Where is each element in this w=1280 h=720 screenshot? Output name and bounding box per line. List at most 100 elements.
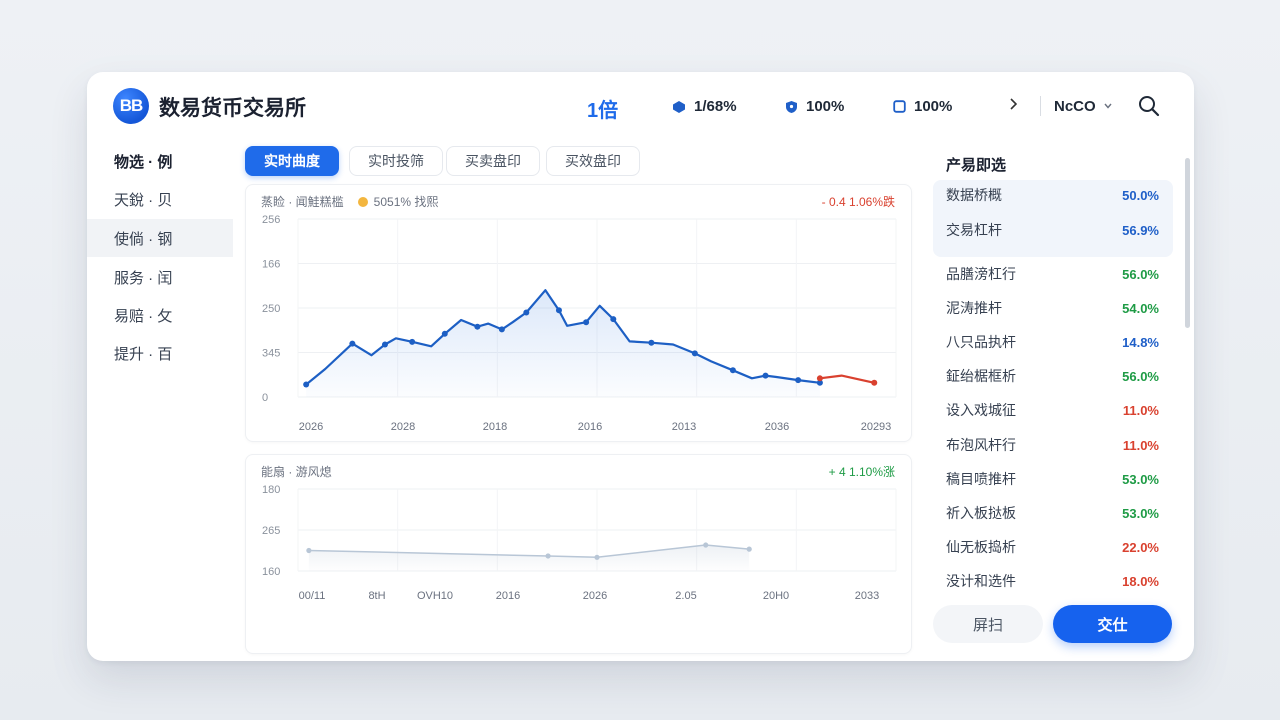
tab-realtime-filter[interactable]: 实时投筛	[349, 146, 443, 176]
market-list-item[interactable]: 品膳滂杠行 56.0%	[946, 259, 1159, 289]
market-item-value: 53.0%	[1122, 505, 1159, 521]
sidebar-item-2[interactable]: 使倘 · 钢	[87, 219, 233, 257]
market-list-item[interactable]: 鉦绐椐框析 56.0%	[946, 361, 1159, 391]
market-list-item[interactable]: 泥涛推杆 54.0%	[946, 293, 1159, 323]
submit-button[interactable]: 交仕	[1053, 605, 1172, 643]
account-selector[interactable]: NcCO	[1054, 98, 1112, 115]
market-item-name: 祈入板挞板	[946, 505, 1016, 521]
data-point	[381, 341, 388, 348]
data-point	[474, 323, 481, 330]
sidebar: 物选 · 例 天銳 · 贝 使倘 · 钢 服务 · 闰 易赔 · 攵 提升 · …	[87, 140, 233, 661]
chevron-right-icon[interactable]	[1009, 96, 1019, 117]
reset-button[interactable]: 屏扫	[933, 605, 1043, 643]
market-item-name: 鉦绐椐框析	[946, 368, 1016, 384]
data-point	[583, 319, 590, 326]
data-point	[703, 542, 709, 548]
square-icon	[893, 100, 906, 113]
stat-value: 100%	[914, 98, 953, 115]
x-tick-label: 2036	[765, 421, 789, 433]
data-point	[648, 339, 655, 346]
x-tick-label: 2026	[583, 590, 607, 602]
data-point	[691, 350, 698, 357]
stat-hexagon: 1/68%	[672, 98, 737, 115]
chevron-down-icon	[1104, 101, 1112, 112]
data-point	[816, 375, 823, 382]
data-point	[349, 340, 356, 347]
market-item-value: 50.0%	[1122, 187, 1159, 203]
data-point	[610, 316, 617, 323]
sidebar-item-4[interactable]: 易赔 · 攵	[87, 296, 233, 334]
market-item-value: 11.0%	[1122, 437, 1159, 453]
market-list-item[interactable]: 没计和选件 18.0%	[946, 566, 1159, 596]
market-item-name: 交易杠杆	[946, 222, 1002, 238]
account-name: NcCO	[1054, 98, 1096, 115]
market-list-item[interactable]: 布泡风杆行 11.0%	[946, 430, 1159, 460]
main-chart-svg: 0 345 250 166 256 2026 2028 2018 2016 2013 2036 202…	[262, 214, 897, 433]
x-tick-label: 2016	[496, 590, 520, 602]
app-window: BB 数易货币交易所 1倍 1/68% 100% 100% NcCO 物选 · …	[87, 72, 1194, 661]
market-list-item[interactable]: 祈入板挞板 53.0%	[946, 498, 1159, 528]
market-list-item[interactable]: 八只品执杆 14.8%	[946, 327, 1159, 357]
secondary-chart-panel: 能扇 · 游风熄 + 4 1.10%涨 160 265 180 00/11 8tH OVH…	[245, 454, 912, 654]
market-list-item[interactable]: 稿目喷推杆 53.0%	[946, 464, 1159, 494]
market-list-item[interactable]: 数据桥概 50.0%	[946, 180, 1159, 210]
sidebar-item-3[interactable]: 服务 · 闰	[87, 258, 233, 296]
x-tick-label: 2028	[391, 421, 415, 433]
data-point	[523, 309, 530, 316]
market-list-item[interactable]: 仙无板捣析 22.0%	[946, 532, 1159, 562]
market-item-value: 22.0%	[1122, 539, 1159, 555]
market-list-item[interactable]: 设入戏城征 11.0%	[946, 395, 1159, 425]
x-tick-label: 00/11	[299, 590, 326, 602]
market-item-name: 布泡风杆行	[946, 437, 1016, 453]
market-list-scrollbar[interactable]	[1185, 158, 1190, 328]
data-point	[594, 554, 600, 560]
tab-order-book[interactable]: 买卖盘印	[446, 146, 540, 176]
tab-trade-book[interactable]: 买效盘印	[546, 146, 640, 176]
market-item-name: 仙无板捣析	[946, 539, 1016, 555]
tab-realtime-curve[interactable]: 实时曲度	[245, 146, 339, 176]
y-tick-label: 256	[262, 214, 280, 226]
y-tick-label: 345	[262, 348, 280, 360]
stat-square: 100%	[893, 98, 952, 115]
data-point	[306, 547, 312, 554]
market-item-value: 18.0%	[1122, 573, 1159, 589]
stat-shield: 100%	[785, 98, 844, 115]
data-point	[746, 546, 752, 552]
y-tick-label: 160	[262, 566, 280, 578]
x-tick-label: 2.05	[675, 590, 696, 602]
hexagon-icon	[672, 100, 686, 114]
market-item-value: 56.9%	[1122, 222, 1159, 238]
top-header: BB 数易货币交易所 1倍 1/68% 100% 100% NcCO	[87, 72, 1194, 140]
data-point	[555, 307, 562, 314]
y-tick-label: 265	[262, 525, 280, 537]
market-item-value: 54.0%	[1122, 300, 1159, 316]
data-point	[409, 338, 416, 345]
market-item-value: 53.0%	[1122, 471, 1159, 487]
x-tick-label: 2026	[299, 421, 323, 433]
y-tick-label: 166	[262, 259, 280, 271]
main-chart-panel: 蒸睑 · 闻鮭糕槛 5051% 找熙 - 0.4 1.06%跌 0 345 250 1…	[245, 184, 912, 442]
shield-icon	[785, 100, 798, 114]
brand-logo: BB	[113, 88, 149, 124]
market-list-panel: 产易即选 数据桥概 50.0% 交易杠杆 56.9% 品膳滂杠行 56.0% 泥涛推杆 54.…	[933, 150, 1173, 600]
market-item-name: 数据桥概	[946, 187, 1002, 203]
stat-value: 100%	[806, 98, 845, 115]
x-tick-label: 2016	[578, 421, 602, 433]
sidebar-item-5[interactable]: 提升 · 百	[87, 334, 233, 372]
market-item-name: 八只品执杆	[946, 334, 1016, 350]
y-tick-label: 250	[262, 303, 280, 315]
market-item-value: 11.0%	[1122, 402, 1159, 418]
data-point	[762, 372, 769, 379]
x-tick-label: 8tH	[368, 590, 385, 602]
market-item-name: 品膳滂杠行	[946, 266, 1016, 282]
x-tick-label: 2018	[483, 421, 507, 433]
x-tick-label: 20H0	[763, 590, 789, 602]
leverage-indicator[interactable]: 1倍	[587, 94, 618, 123]
market-item-value: 56.0%	[1122, 266, 1159, 282]
data-point	[795, 377, 802, 384]
app-title: 数易货币交易所	[159, 97, 306, 120]
search-icon[interactable]	[1137, 94, 1161, 118]
sidebar-item-1[interactable]: 天銳 · 贝	[87, 180, 233, 218]
market-list-item[interactable]: 交易杠杆 56.9%	[946, 215, 1159, 245]
stat-value: 1/68%	[694, 98, 737, 115]
